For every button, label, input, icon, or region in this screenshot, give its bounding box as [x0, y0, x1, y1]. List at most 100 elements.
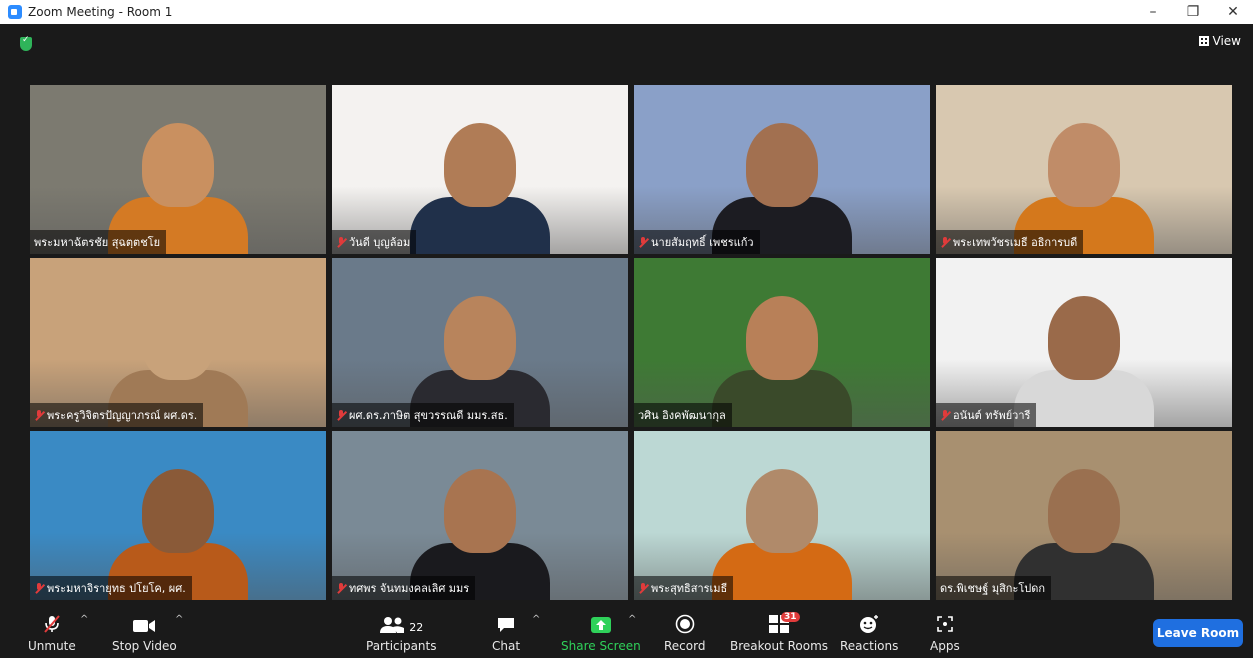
participant-video-head — [1048, 296, 1120, 380]
participant-video-head — [746, 123, 818, 207]
reactions-smiley-icon — [858, 612, 880, 634]
muted-microphone-icon — [336, 409, 346, 421]
muted-microphone-icon — [336, 582, 346, 594]
participant-name: ทศพร จันทมงคลเลิศ มมร — [349, 582, 470, 595]
participant-tile[interactable]: พระสุทธิสารเมธี — [634, 431, 930, 600]
participant-name: พระครูวิจิตรปัญญาภรณ์ ผศ.ดร. — [47, 409, 198, 422]
muted-microphone-icon — [940, 409, 950, 421]
participant-name: พระสุทธิสารเมธี — [651, 582, 728, 595]
participant-tile[interactable]: ผศ.ดร.ภาษิต สุขวรรณดี มมร.สธ. — [332, 258, 628, 427]
apps-label: Apps — [930, 639, 960, 653]
participant-name-label: วศิน อิงคพัฒนากุล — [634, 403, 732, 427]
participant-name-label: พระสุทธิสารเมธี — [634, 576, 734, 600]
share-screen-label: Share Screen — [561, 639, 641, 653]
video-camera-icon — [132, 612, 156, 634]
participant-video-head — [1048, 123, 1120, 207]
participant-name-label: ทศพร จันทมงคลเลิศ มมร — [332, 576, 476, 600]
close-button[interactable]: ✕ — [1213, 0, 1253, 24]
participant-video-head — [142, 123, 214, 207]
participant-name-label: นายสัมฤทธิ์ เพชรแก้ว — [634, 230, 760, 254]
participant-video-head — [746, 469, 818, 553]
meeting-toolbar: Unmute ^ Stop Video ^ 22 Participants Ch… — [0, 604, 1253, 658]
minimize-button[interactable]: – — [1133, 0, 1173, 24]
participant-name: อนันต์ ทรัพย์วารี — [953, 409, 1031, 422]
security-shield-icon[interactable] — [20, 35, 32, 51]
reactions-button[interactable]: Reactions — [840, 612, 898, 653]
stop-video-button[interactable]: Stop Video — [112, 612, 177, 653]
participant-tile[interactable]: นายสัมฤทธิ์ เพชรแก้ว — [634, 85, 930, 254]
participant-name-label: พระมหาฉัตรชัย สุฉตฺตชโย — [30, 230, 167, 254]
muted-microphone-icon — [34, 409, 44, 421]
stop-video-label: Stop Video — [112, 639, 177, 653]
apps-button[interactable]: Apps — [930, 612, 960, 653]
participant-name-label: ผศ.ดร.ภาษิต สุขวรรณดี มมร.สธ. — [332, 403, 514, 427]
restore-button[interactable]: ❐ — [1173, 0, 1213, 24]
audio-options-chevron-icon[interactable]: ^ — [80, 614, 88, 625]
participant-name-label: วันดี บุญล้อม — [332, 230, 417, 254]
participant-tile[interactable]: พระครูวิจิตรปัญญาภรณ์ ผศ.ดร. — [30, 258, 326, 427]
share-screen-icon — [590, 612, 612, 634]
participant-tile[interactable]: วันดี บุญล้อม — [332, 85, 628, 254]
video-stage: View พระมหาฉัตรชัย สุฉตฺตชโย วันดี บุญล้อ… — [0, 24, 1253, 604]
participant-name-label: พระเทพวัชรเมธี อธิการบดี — [936, 230, 1084, 254]
participant-name-label: อนันต์ ทรัพย์วารี — [936, 403, 1037, 427]
record-label: Record — [664, 639, 706, 653]
leave-room-button[interactable]: Leave Room — [1153, 619, 1243, 647]
participant-video-head — [142, 296, 214, 380]
window-title: Zoom Meeting - Room 1 — [28, 5, 173, 19]
breakout-rooms-icon: 31 — [755, 612, 803, 634]
participant-name: พระมหาจิรายุทธ ปโยโค, ผศ. — [47, 582, 186, 595]
window-titlebar: Zoom Meeting - Room 1 – ❐ ✕ — [0, 0, 1253, 24]
participant-name: วศิน อิงคพัฒนากุล — [638, 409, 726, 422]
participant-video-head — [142, 469, 214, 553]
unmute-label: Unmute — [28, 639, 76, 653]
participant-video-head — [746, 296, 818, 380]
muted-microphone-icon — [638, 582, 648, 594]
breakout-rooms-label: Breakout Rooms — [730, 639, 829, 653]
participant-tile[interactable]: อนันต์ ทรัพย์วารี — [936, 258, 1232, 427]
chat-options-chevron-icon[interactable]: ^ — [532, 614, 540, 625]
participant-tile[interactable]: พระมหาฉัตรชัย สุฉตฺตชโย — [30, 85, 326, 254]
chat-button[interactable]: Chat — [492, 612, 520, 653]
participant-name-label: พระมหาจิรายุทธ ปโยโค, ผศ. — [30, 576, 192, 600]
participants-button[interactable]: 22 Participants — [366, 612, 437, 653]
muted-microphone-icon — [940, 236, 950, 248]
participant-video-head — [444, 296, 516, 380]
participants-count: 22 — [409, 621, 424, 634]
participant-tile[interactable]: พระมหาจิรายุทธ ปโยโค, ผศ. — [30, 431, 326, 600]
participant-tile[interactable]: พระเทพวัชรเมธี อธิการบดี — [936, 85, 1232, 254]
record-button[interactable]: Record — [664, 612, 705, 653]
participants-icon: 22 — [379, 612, 423, 634]
share-options-chevron-icon[interactable]: ^ — [628, 614, 636, 625]
participant-name: วันดี บุญล้อม — [349, 236, 411, 249]
muted-microphone-icon — [638, 236, 648, 248]
participant-name-label: พระครูวิจิตรปัญญาภรณ์ ผศ.ดร. — [30, 403, 204, 427]
participant-video-head — [444, 123, 516, 207]
participant-name-label: ดร.พิเชษฐ์ มุสิกะโปดก — [936, 576, 1052, 600]
participants-label: Participants — [366, 639, 437, 653]
participant-tile[interactable]: ดร.พิเชษฐ์ มุสิกะโปดก — [936, 431, 1232, 600]
record-icon — [675, 612, 695, 634]
view-button[interactable]: View — [1198, 34, 1241, 48]
muted-microphone-icon — [42, 612, 62, 634]
muted-microphone-icon — [34, 582, 44, 594]
chat-label: Chat — [492, 639, 521, 653]
participant-name: นายสัมฤทธิ์ เพชรแก้ว — [651, 236, 754, 249]
zoom-app-icon — [8, 5, 22, 19]
unmute-button[interactable]: Unmute — [28, 612, 76, 653]
chat-bubble-icon — [496, 612, 516, 634]
participant-tile[interactable]: วศิน อิงคพัฒนากุล — [634, 258, 930, 427]
video-options-chevron-icon[interactable]: ^ — [175, 614, 183, 625]
participant-name: ดร.พิเชษฐ์ มุสิกะโปดก — [940, 582, 1046, 595]
participant-tile[interactable]: ทศพร จันทมงคลเลิศ มมร — [332, 431, 628, 600]
muted-microphone-icon — [336, 236, 346, 248]
breakout-rooms-button[interactable]: 31 Breakout Rooms — [730, 612, 828, 653]
participant-name: พระเทพวัชรเมธี อธิการบดี — [953, 236, 1078, 249]
apps-icon — [935, 612, 955, 634]
participant-name: พระมหาฉัตรชัย สุฉตฺตชโย — [34, 236, 161, 249]
participant-video-head — [1048, 469, 1120, 553]
breakout-count-badge: 31 — [781, 612, 800, 622]
view-label: View — [1212, 34, 1241, 48]
participant-name: ผศ.ดร.ภาษิต สุขวรรณดี มมร.สธ. — [349, 409, 508, 422]
grid-view-icon — [1198, 36, 1209, 46]
